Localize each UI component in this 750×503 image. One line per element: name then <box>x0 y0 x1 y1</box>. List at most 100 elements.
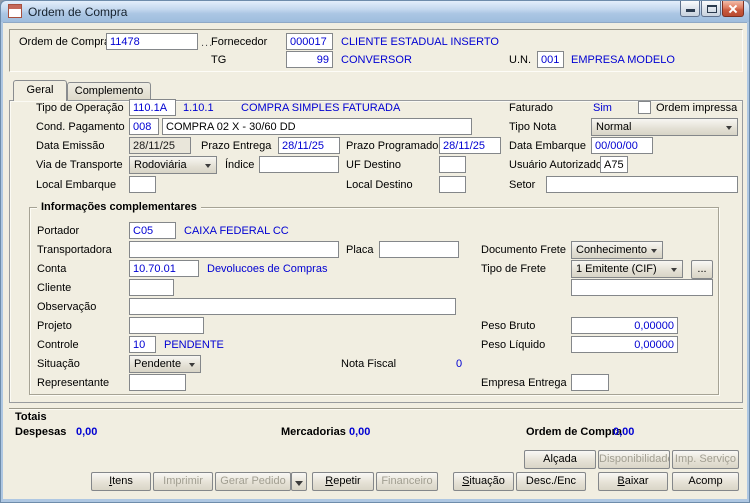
data-emissao-label: Data Emissão <box>36 140 105 152</box>
tipo-frete-desc-input[interactable] <box>571 279 713 296</box>
documento-frete-select[interactable]: Conhecimento <box>571 241 663 259</box>
local-destino-label: Local Destino <box>346 179 413 191</box>
representante-input[interactable] <box>129 374 186 391</box>
empresa-entrega-label: Empresa Entrega <box>481 377 567 389</box>
prazo-entrega-label: Prazo Entrega <box>201 140 272 152</box>
transportadora-label: Transportadora <box>37 244 112 256</box>
tipo-operacao-code2: 1.10.1 <box>183 102 214 114</box>
ordem-input[interactable] <box>106 33 198 50</box>
local-embarque-label: Local Embarque <box>36 179 117 191</box>
situacao-button[interactable]: Situação <box>453 472 514 491</box>
data-emissao-input <box>129 137 191 154</box>
observacao-label: Observação <box>37 301 97 313</box>
tg-input[interactable] <box>286 51 333 68</box>
un-input[interactable] <box>537 51 564 68</box>
setor-input[interactable] <box>546 176 738 193</box>
tipo-operacao-label: Tipo de Operação <box>36 102 124 114</box>
gerar-pedido-dropdown-button[interactable] <box>291 472 307 491</box>
placa-label: Placa <box>346 244 374 256</box>
controle-label: Controle <box>37 339 79 351</box>
tipo-frete-lookup-button[interactable]: ... <box>691 260 713 279</box>
conta-input[interactable] <box>129 260 199 277</box>
transportadora-input[interactable] <box>129 241 339 258</box>
tipo-frete-select[interactable]: 1 Emitente (CIF) <box>571 260 683 278</box>
observacao-input[interactable] <box>129 298 456 315</box>
portador-label: Portador <box>37 225 80 237</box>
setor-label: Setor <box>509 179 536 191</box>
via-transporte-label: Via de Transporte <box>36 159 123 171</box>
close-icon <box>728 4 738 13</box>
cond-pagamento-desc-input[interactable] <box>162 118 472 135</box>
controle-input[interactable] <box>129 336 156 353</box>
peso-bruto-label: Peso Bruto <box>481 320 536 332</box>
cond-pagamento-code-input[interactable] <box>129 118 159 135</box>
cond-pagamento-label: Cond. Pagamento <box>36 121 125 133</box>
projeto-label: Projeto <box>37 320 72 332</box>
placa-input[interactable] <box>379 241 459 258</box>
portador-input[interactable] <box>129 222 176 239</box>
controle-desc: PENDENTE <box>164 339 224 351</box>
un-label: U.N. <box>509 54 531 66</box>
mercadorias-value: 0,00 <box>349 426 371 438</box>
peso-bruto-input[interactable] <box>571 317 678 334</box>
tipo-nota-select[interactable]: Normal <box>591 118 738 136</box>
acomp-button[interactable]: Acomp <box>672 472 739 491</box>
tipo-operacao-input[interactable] <box>129 99 176 116</box>
title-bar[interactable]: Ordem de Compra <box>1 1 749 22</box>
tipo-frete-label: Tipo de Frete <box>481 263 547 275</box>
ordem-de-compra-window: Ordem de Compra Ordem de Compra ... Forn… <box>0 0 750 503</box>
via-transporte-select[interactable]: Rodoviária <box>129 156 217 174</box>
alcada-button[interactable]: Alçada <box>524 450 596 469</box>
indice-input[interactable] <box>259 156 339 173</box>
totais-title: Totais <box>15 411 47 423</box>
desc-enc-button[interactable]: Desc./Enc <box>516 472 586 491</box>
despesas-label: Despesas <box>15 426 67 438</box>
cliente-input[interactable] <box>129 279 174 296</box>
projeto-input[interactable] <box>129 317 204 334</box>
cliente-label: Cliente <box>37 282 72 294</box>
mercadorias-label: Mercadorias <box>281 426 346 438</box>
portador-desc: CAIXA FEDERAL CC <box>184 225 289 237</box>
local-embarque-input[interactable] <box>129 176 156 193</box>
financeiro-button: Financeiro <box>376 472 438 491</box>
minimize-button[interactable] <box>680 1 700 17</box>
uf-destino-input[interactable] <box>439 156 466 173</box>
close-button[interactable] <box>722 1 744 17</box>
documento-frete-label: Documento Frete <box>481 244 566 256</box>
imprimir-button: Imprimir <box>153 472 213 491</box>
itens-button[interactable]: Itens <box>91 472 151 491</box>
maximize-icon <box>707 5 717 13</box>
ordem-label: Ordem de Compra <box>19 36 111 48</box>
representante-label: Representante <box>37 377 110 389</box>
ordem-impressa-checkbox[interactable] <box>638 101 651 114</box>
baixar-button[interactable]: Baixar <box>598 472 668 491</box>
prazo-programado-input[interactable] <box>439 137 501 154</box>
nota-fiscal-label: Nota Fiscal <box>341 358 397 370</box>
tab-complemento[interactable]: Complemento <box>67 82 151 100</box>
empresa-entrega-input[interactable] <box>571 374 609 391</box>
conta-desc: Devolucoes de Compras <box>207 263 328 275</box>
situacao-select[interactable]: Pendente <box>129 355 201 373</box>
despesas-value: 0,00 <box>76 426 98 438</box>
tab-geral[interactable]: Geral <box>13 80 67 101</box>
local-destino-input[interactable] <box>439 176 466 193</box>
gerar-pedido-button: Gerar Pedido <box>215 472 291 491</box>
tipo-operacao-desc: COMPRA SIMPLES FATURADA <box>241 102 401 114</box>
data-embarque-input[interactable] <box>591 137 653 154</box>
totais-separator <box>9 408 743 409</box>
situacao-label: Situação <box>37 358 80 370</box>
peso-liquido-input[interactable] <box>571 336 678 353</box>
imp-servico-button: Imp. Serviço <box>672 450 739 469</box>
repetir-button[interactable]: Repetir <box>312 472 374 491</box>
fornecedor-input[interactable] <box>286 33 333 50</box>
prazo-entrega-input[interactable] <box>278 137 340 154</box>
prazo-programado-label: Prazo Programado <box>346 140 439 152</box>
ordem-impressa-label: Ordem impressa <box>656 102 738 114</box>
fornecedor-label: Fornecedor <box>211 36 268 48</box>
usuario-autorizado-input[interactable] <box>600 156 628 173</box>
maximize-button[interactable] <box>701 1 721 17</box>
indice-label: Índice <box>225 159 255 171</box>
ordem-compra-total-value: 0,00 <box>613 426 635 438</box>
tg-desc: CONVERSOR <box>341 54 412 66</box>
usuario-autorizado-label: Usuário Autorizado <box>509 159 602 171</box>
